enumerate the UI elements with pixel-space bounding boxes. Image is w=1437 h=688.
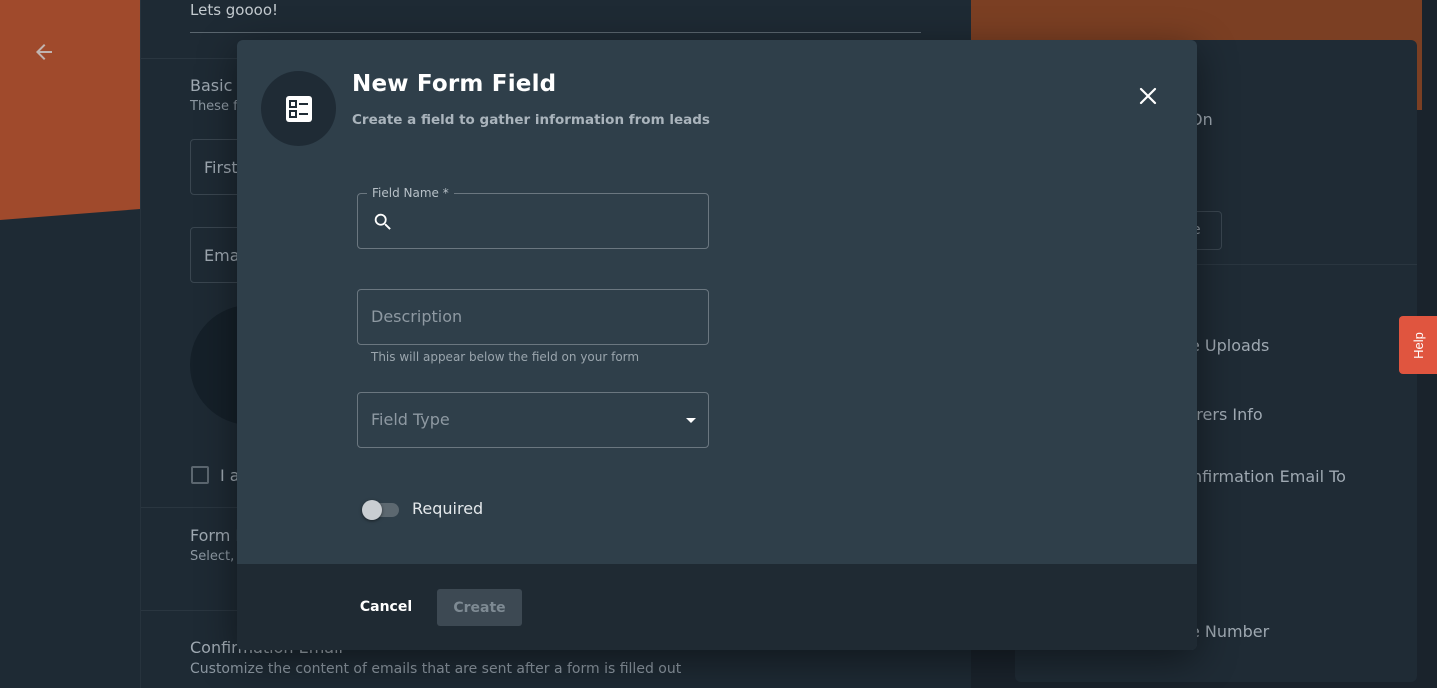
required-toggle[interactable] bbox=[362, 500, 400, 520]
field-type-select[interactable]: Field Type bbox=[357, 392, 709, 448]
description-input[interactable]: Description bbox=[357, 289, 709, 345]
field-name-input-wrap[interactable]: Field Name * bbox=[357, 186, 709, 249]
back-arrow-icon[interactable] bbox=[32, 40, 56, 64]
settings-item-uploads: e Uploads bbox=[1190, 336, 1270, 355]
new-form-field-dialog: New Form Field Create a field to gather … bbox=[237, 40, 1197, 650]
settings-item-confirmation: nfirmation Email To bbox=[1192, 467, 1346, 486]
basic-section-title: Basic bbox=[190, 76, 233, 95]
description-helper-text: This will appear below the field on your… bbox=[371, 350, 640, 364]
dialog-title: New Form Field bbox=[352, 71, 557, 97]
caret-down-icon bbox=[686, 418, 696, 423]
field-type-placeholder: Field Type bbox=[371, 410, 450, 429]
help-tab-label: Help bbox=[1410, 331, 1426, 359]
settings-item-phone: e Number bbox=[1190, 622, 1270, 641]
left-banner bbox=[0, 0, 140, 220]
dialog-subtitle: Create a field to gather information fro… bbox=[352, 112, 710, 128]
search-icon bbox=[372, 211, 394, 233]
close-icon[interactable] bbox=[1135, 83, 1161, 109]
form-section-desc: Select, bbox=[190, 549, 235, 564]
agree-checkbox[interactable] bbox=[191, 466, 209, 484]
basic-section-desc: These f bbox=[190, 99, 238, 114]
dialog-footer: Cancel Create bbox=[237, 564, 1197, 650]
intro-text: Lets goooo! bbox=[190, 1, 279, 19]
email-placeholder: Ema bbox=[204, 246, 240, 265]
cancel-button[interactable]: Cancel bbox=[348, 589, 424, 625]
description-placeholder: Description bbox=[371, 307, 463, 326]
first-name-placeholder: First bbox=[204, 158, 238, 177]
form-section-title: Form I bbox=[190, 526, 241, 545]
required-label: Required bbox=[412, 499, 484, 518]
confirmation-section-desc: Customize the content of emails that are… bbox=[190, 661, 682, 677]
create-button[interactable]: Create bbox=[437, 589, 522, 626]
settings-item-referrers: rrers Info bbox=[1190, 405, 1263, 424]
toggle-thumb bbox=[362, 500, 382, 520]
help-tab[interactable]: Help bbox=[1399, 316, 1437, 374]
field-name-input[interactable] bbox=[404, 194, 696, 248]
form-list-icon bbox=[261, 71, 336, 146]
intro-underline bbox=[190, 32, 921, 33]
